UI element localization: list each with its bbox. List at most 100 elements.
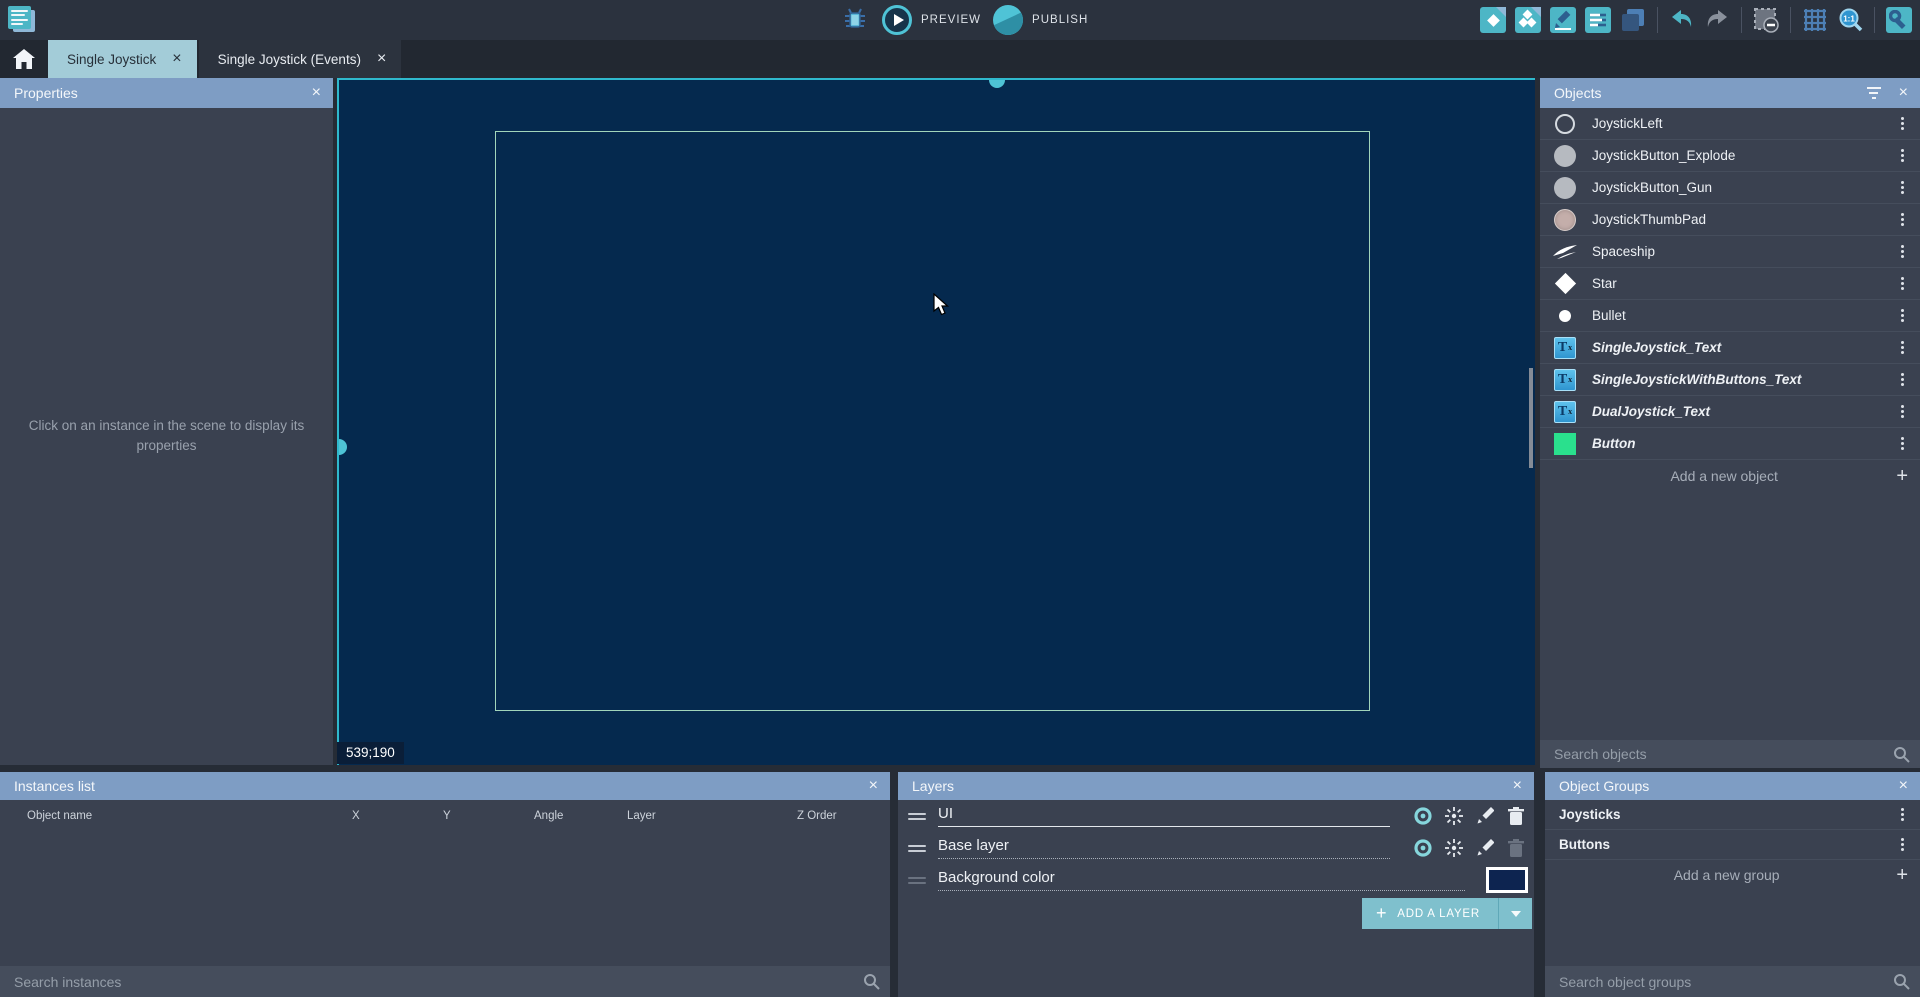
drag-handle-icon[interactable] [908, 813, 926, 820]
object-row[interactable]: JoystickLeft [1540, 108, 1920, 140]
layer-row-base[interactable]: Base layer [898, 832, 1534, 864]
visibility-icon[interactable] [1411, 838, 1435, 858]
effects-icon[interactable] [1442, 838, 1466, 858]
delete-layer-icon[interactable] [1504, 807, 1528, 825]
search-groups-input[interactable] [1557, 973, 1893, 991]
add-object-button[interactable]: Add a new object + [1540, 460, 1920, 492]
sprite-icon [1552, 209, 1578, 231]
object-row[interactable]: JoystickButton_Explode [1540, 140, 1920, 172]
publish-icon [993, 5, 1023, 35]
search-instances-field[interactable] [0, 966, 890, 997]
search-objects-field[interactable] [1540, 740, 1920, 768]
background-color-swatch[interactable] [1486, 867, 1528, 893]
group-menu-icon[interactable] [1894, 808, 1910, 821]
object-menu-icon[interactable] [1894, 373, 1910, 386]
group-menu-icon[interactable] [1894, 838, 1910, 851]
zoom-1-1-icon[interactable]: 1:1 [1835, 5, 1865, 35]
add-group-button[interactable]: Add a new group + [1545, 860, 1920, 890]
close-icon[interactable]: × [869, 777, 878, 795]
object-menu-icon[interactable] [1894, 277, 1910, 290]
close-icon[interactable]: × [1899, 84, 1908, 102]
svg-text:1:1: 1:1 [1843, 15, 1855, 24]
close-icon[interactable]: × [1899, 777, 1908, 795]
tab-single-joystick[interactable]: Single Joystick × [48, 40, 197, 78]
object-row[interactable]: Tx SingleJoystickWithButtons_Text [1540, 364, 1920, 396]
scene-properties-icon[interactable] [1583, 5, 1613, 35]
add-layer-dropdown[interactable] [1498, 898, 1532, 929]
close-tab-icon[interactable]: × [377, 51, 386, 67]
close-icon[interactable]: × [1513, 777, 1522, 795]
add-object-icon[interactable] [1478, 5, 1508, 35]
instances-list-icon[interactable] [1513, 5, 1543, 35]
object-row[interactable]: Tx DualJoystick_Text [1540, 396, 1920, 428]
edit-layer-icon[interactable] [1473, 839, 1497, 857]
search-groups-field[interactable] [1545, 966, 1920, 997]
object-row[interactable]: Tx SingleJoystick_Text [1540, 332, 1920, 364]
object-row[interactable]: Star [1540, 268, 1920, 300]
close-icon[interactable]: × [312, 84, 321, 102]
layer-row-ui[interactable]: UI [898, 800, 1534, 832]
object-row[interactable]: Button [1540, 428, 1920, 460]
effects-icon[interactable] [1442, 806, 1466, 826]
object-row[interactable]: JoystickThumbPad [1540, 204, 1920, 236]
vertical-scroll-knob[interactable] [339, 439, 347, 455]
drag-handle-icon[interactable] [908, 845, 926, 852]
column-y: Y [443, 810, 451, 822]
panel-title: Layers [912, 778, 954, 794]
undo-icon[interactable] [1667, 5, 1697, 35]
home-tab[interactable] [0, 40, 48, 78]
background-color-row[interactable]: Background color [898, 864, 1534, 896]
edit-scene-icon[interactable] [1548, 5, 1578, 35]
preview-button[interactable]: PREVIEW [882, 5, 981, 35]
grid-icon[interactable] [1800, 5, 1830, 35]
object-menu-icon[interactable] [1894, 245, 1910, 258]
group-row[interactable]: Buttons [1545, 830, 1920, 860]
edit-layer-icon[interactable] [1473, 807, 1497, 825]
project-manager-icon[interactable] [8, 6, 36, 34]
object-menu-icon[interactable] [1894, 405, 1910, 418]
object-menu-icon[interactable] [1894, 149, 1910, 162]
column-layer: Layer [627, 810, 656, 822]
object-groups-panel: Object Groups × Joysticks Buttons Add a … [1545, 772, 1920, 997]
search-icon [863, 973, 880, 990]
object-menu-icon[interactable] [1894, 117, 1910, 130]
scene-canvas[interactable]: 539;190 [337, 78, 1535, 765]
object-menu-icon[interactable] [1894, 437, 1910, 450]
filter-icon[interactable] [1867, 87, 1881, 99]
object-row[interactable]: Spaceship [1540, 236, 1920, 268]
background-color-label: Background color [938, 869, 1055, 886]
project-settings-icon[interactable] [1884, 5, 1914, 35]
visibility-icon[interactable] [1411, 806, 1435, 826]
add-layer-button[interactable]: + ADD A LAYER [1362, 898, 1532, 929]
redo-icon[interactable] [1702, 5, 1732, 35]
layers-icon[interactable] [1618, 5, 1648, 35]
tab-single-joystick-events[interactable]: Single Joystick (Events) × [199, 40, 402, 78]
objects-header: Objects × [1540, 78, 1920, 108]
search-objects-input[interactable] [1552, 745, 1893, 763]
vertical-scrollbar-thumb[interactable] [1529, 368, 1533, 468]
instances-column-headers: Object name X Y Angle Layer Z Order [0, 800, 890, 826]
layers-panel: Layers × UI [898, 772, 1534, 997]
panel-title: Properties [14, 85, 78, 101]
horizontal-scroll-knob[interactable] [989, 80, 1005, 88]
object-menu-icon[interactable] [1894, 341, 1910, 354]
search-instances-input[interactable] [12, 973, 863, 991]
plus-icon: + [1896, 865, 1908, 885]
object-row[interactable]: JoystickButton_Gun [1540, 172, 1920, 204]
delete-selection-icon[interactable] [1751, 5, 1781, 35]
close-tab-icon[interactable]: × [172, 51, 181, 67]
tab-label: Single Joystick (Events) [218, 52, 361, 67]
publish-button[interactable]: PUBLISH [993, 5, 1088, 35]
debugger-icon[interactable] [840, 5, 870, 35]
group-row[interactable]: Joysticks [1545, 800, 1920, 830]
object-menu-icon[interactable] [1894, 213, 1910, 226]
object-row[interactable]: Bullet [1540, 300, 1920, 332]
star-icon [1552, 276, 1578, 291]
mouse-cursor [933, 293, 951, 317]
object-menu-icon[interactable] [1894, 181, 1910, 194]
layer-name[interactable]: UI [938, 805, 953, 822]
delete-layer-icon-disabled [1504, 839, 1528, 857]
layer-name[interactable]: Base layer [938, 837, 1009, 854]
panel-title: Objects [1554, 85, 1601, 101]
object-menu-icon[interactable] [1894, 309, 1910, 322]
